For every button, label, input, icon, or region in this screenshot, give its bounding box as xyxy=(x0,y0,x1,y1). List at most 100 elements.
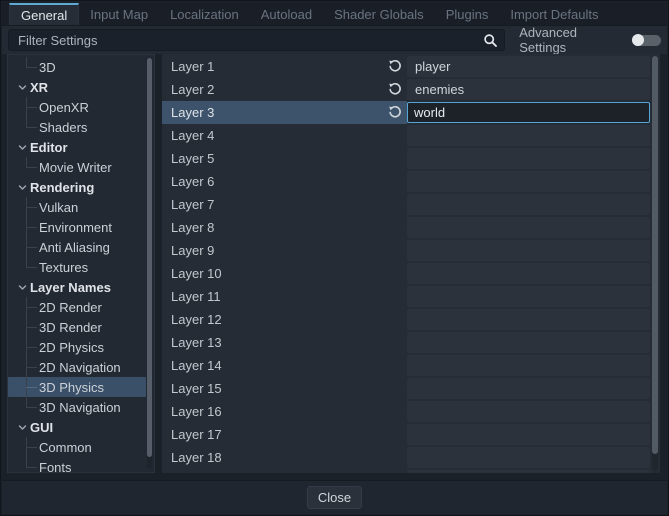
layer-row[interactable]: Layer 3 xyxy=(162,101,650,124)
layer-row[interactable]: Layer 19 xyxy=(162,469,650,473)
layer-row[interactable]: Layer 13 xyxy=(162,331,650,354)
sidebar-item-2d-navigation[interactable]: 2D Navigation xyxy=(8,357,146,377)
layer-row[interactable]: Layer 4 xyxy=(162,124,650,147)
sidebar-item-2d-physics[interactable]: 2D Physics xyxy=(8,337,146,357)
sidebar-item-3d-navigation[interactable]: 3D Navigation xyxy=(8,397,146,417)
close-button[interactable]: Close xyxy=(307,486,362,509)
layer-row[interactable]: Layer 5 xyxy=(162,147,650,170)
layer-row[interactable]: Layer 1player xyxy=(162,55,650,78)
layer-label-cell: Layer 19 xyxy=(162,469,407,473)
layer-label: Layer 9 xyxy=(171,243,214,258)
sidebar-item-label: Vulkan xyxy=(39,200,78,215)
layer-row[interactable]: Layer 12 xyxy=(162,308,650,331)
tree-line xyxy=(26,57,39,77)
layer-value-field[interactable]: player xyxy=(407,56,650,77)
layer-value-field[interactable] xyxy=(407,378,650,399)
tab-plugins[interactable]: Plugins xyxy=(435,3,500,25)
layer-row[interactable]: Layer 10 xyxy=(162,262,650,285)
layer-value-field[interactable] xyxy=(407,286,650,307)
layer-value-field[interactable] xyxy=(407,148,650,169)
sidebar-item-3d-physics[interactable]: 3D Physics xyxy=(8,377,146,397)
tab-input-map[interactable]: Input Map xyxy=(79,3,159,25)
collapse-arrow-icon[interactable] xyxy=(16,281,28,293)
layer-label-cell: Layer 1 xyxy=(162,55,407,78)
sidebar-scrollbar-thumb[interactable] xyxy=(147,58,152,457)
sidebar-item-movie-writer[interactable]: Movie Writer xyxy=(8,157,146,177)
tree-line xyxy=(26,237,39,257)
layer-value-field[interactable] xyxy=(407,194,650,215)
layer-row[interactable]: Layer 8 xyxy=(162,216,650,239)
sidebar-item-common[interactable]: Common xyxy=(8,437,146,457)
tree-line xyxy=(26,157,39,177)
layer-value-cell xyxy=(407,423,650,446)
tree-line xyxy=(26,97,39,117)
layer-row[interactable]: Layer 16 xyxy=(162,400,650,423)
sidebar-item-vulkan[interactable]: Vulkan xyxy=(8,197,146,217)
tab-import-defaults[interactable]: Import Defaults xyxy=(499,3,609,25)
layer-value-field[interactable] xyxy=(407,424,650,445)
layer-value-field[interactable] xyxy=(407,240,650,261)
layer-value-field[interactable] xyxy=(407,217,650,238)
layer-label: Layer 15 xyxy=(171,381,222,396)
tab-autoload[interactable]: Autoload xyxy=(250,3,323,25)
layer-value-field[interactable] xyxy=(407,332,650,353)
layer-value-field[interactable] xyxy=(407,171,650,192)
sidebar-item-label: Rendering xyxy=(30,180,94,195)
sidebar-item-openxr[interactable]: OpenXR xyxy=(8,97,146,117)
sidebar-item-3d-render[interactable]: 3D Render xyxy=(8,317,146,337)
layer-row[interactable]: Layer 6 xyxy=(162,170,650,193)
sidebar-item-environment[interactable]: Environment xyxy=(8,217,146,237)
layer-value-field[interactable] xyxy=(407,470,650,473)
revert-icon[interactable] xyxy=(388,105,403,120)
sidebar-scrollbar[interactable] xyxy=(147,58,152,469)
layer-row[interactable]: Layer 9 xyxy=(162,239,650,262)
tab-shader-globals[interactable]: Shader Globals xyxy=(323,3,435,25)
revert-icon[interactable] xyxy=(388,82,403,97)
search-input[interactable] xyxy=(9,33,504,48)
layer-row[interactable]: Layer 15 xyxy=(162,377,650,400)
layer-row[interactable]: Layer 2enemies xyxy=(162,78,650,101)
layer-value-cell xyxy=(407,331,650,354)
collapse-arrow-icon[interactable] xyxy=(16,421,28,433)
layer-value-input[interactable] xyxy=(407,102,650,123)
layer-value-field[interactable] xyxy=(407,125,650,146)
sidebar-item-rendering[interactable]: Rendering xyxy=(8,177,146,197)
layer-value-field[interactable] xyxy=(407,263,650,284)
sidebar-item-shaders[interactable]: Shaders xyxy=(8,117,146,137)
tab-general[interactable]: General xyxy=(9,3,79,25)
layer-value-cell xyxy=(407,469,650,473)
layer-row[interactable]: Layer 18 xyxy=(162,446,650,469)
main-scrollbar[interactable] xyxy=(652,56,658,471)
layer-value-field[interactable] xyxy=(407,309,650,330)
collapse-arrow-icon[interactable] xyxy=(16,181,28,193)
layer-row[interactable]: Layer 11 xyxy=(162,285,650,308)
layer-row[interactable]: Layer 7 xyxy=(162,193,650,216)
layer-value-cell xyxy=(407,216,650,239)
sidebar-item-anti-aliasing[interactable]: Anti Aliasing xyxy=(8,237,146,257)
sidebar-item-textures[interactable]: Textures xyxy=(8,257,146,277)
collapse-arrow-icon[interactable] xyxy=(16,141,28,153)
advanced-settings-toggle[interactable] xyxy=(632,35,661,46)
revert-icon[interactable] xyxy=(388,59,403,74)
sidebar-item-editor[interactable]: Editor xyxy=(8,137,146,157)
layer-value-field[interactable] xyxy=(407,401,650,422)
sidebar-item-label: 2D Navigation xyxy=(39,360,121,375)
sidebar-item-layer-names[interactable]: Layer Names xyxy=(8,277,146,297)
sidebar-item-label: Textures xyxy=(39,260,88,275)
sidebar-item-xr[interactable]: XR xyxy=(8,77,146,97)
sidebar-item-2d-render[interactable]: 2D Render xyxy=(8,297,146,317)
sidebar-item-gui[interactable]: GUI xyxy=(8,417,146,437)
tab-localization[interactable]: Localization xyxy=(159,3,250,25)
search-box[interactable] xyxy=(8,29,505,51)
collapse-arrow-icon[interactable] xyxy=(16,81,28,93)
sidebar-item-3d[interactable]: 3D xyxy=(8,57,146,77)
main-scrollbar-thumb[interactable] xyxy=(652,56,658,454)
layer-value-cell xyxy=(407,308,650,331)
layer-value-field[interactable] xyxy=(407,447,650,468)
sidebar-item-label: XR xyxy=(30,80,48,95)
layer-value-field[interactable] xyxy=(407,355,650,376)
layer-value-field[interactable]: enemies xyxy=(407,79,650,100)
layer-row[interactable]: Layer 17 xyxy=(162,423,650,446)
layer-row[interactable]: Layer 14 xyxy=(162,354,650,377)
sidebar-item-fonts[interactable]: Fonts xyxy=(8,457,146,473)
